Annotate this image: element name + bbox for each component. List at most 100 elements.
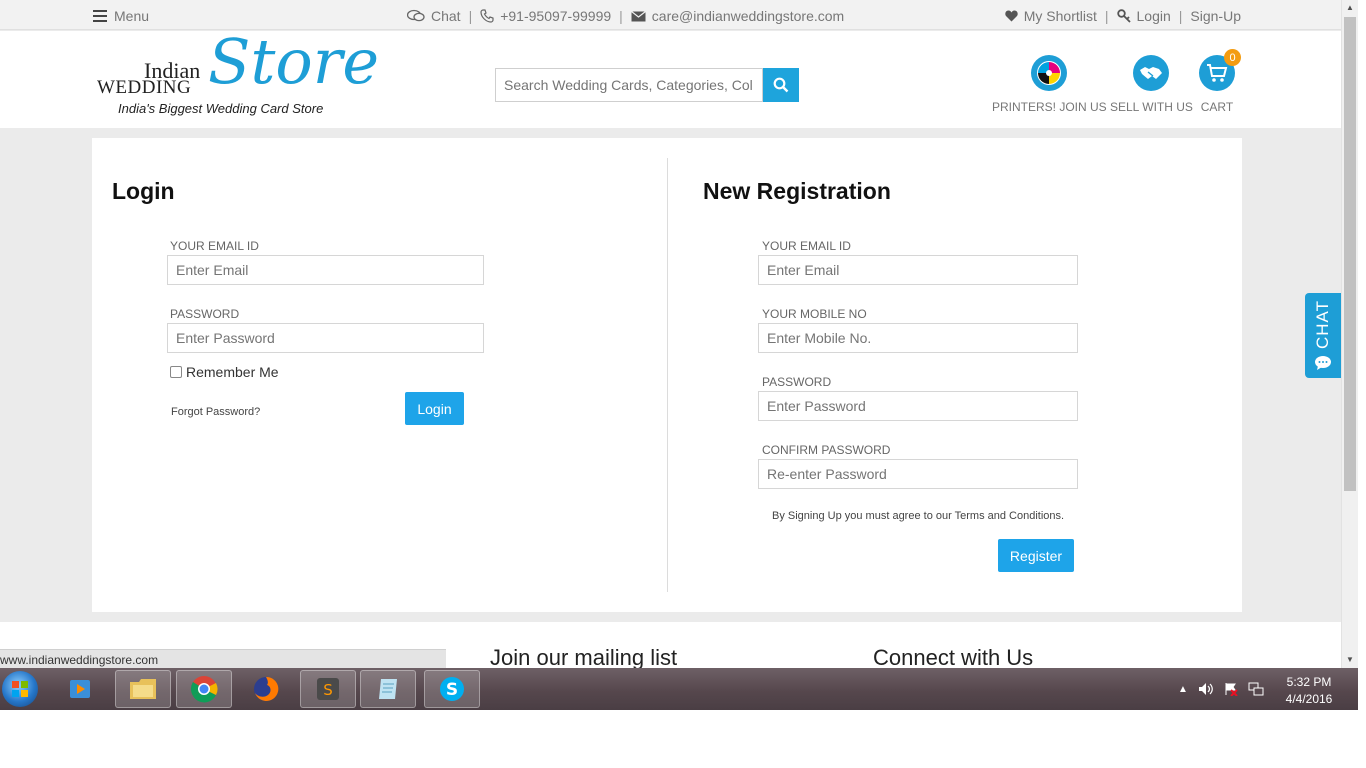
column-divider	[667, 158, 668, 592]
windows-logo-icon	[12, 681, 28, 697]
remember-me-checkbox[interactable]	[170, 366, 182, 378]
shortlist-link[interactable]: My Shortlist	[1024, 8, 1097, 24]
register-password-input[interactable]	[758, 391, 1078, 421]
firefox-icon	[254, 676, 279, 701]
site-logo[interactable]: Store Indian WEDDING India's Biggest Wed…	[96, 25, 379, 126]
remember-me-label: Remember Me	[186, 364, 279, 380]
search-input[interactable]	[495, 68, 763, 102]
page-scrollbar[interactable]: ▲ ▼	[1341, 0, 1358, 668]
search-icon	[773, 77, 789, 93]
chat-bubbles-icon	[407, 9, 425, 22]
action-center-flag-icon[interactable]	[1224, 682, 1238, 696]
status-url-bar: www.indianweddingstore.com	[0, 649, 446, 668]
printers-join-button[interactable]: PRINTERS! JOIN US	[992, 55, 1107, 114]
menu-label: Menu	[114, 8, 150, 24]
remember-me[interactable]: Remember Me	[170, 364, 279, 380]
register-password-label: PASSWORD	[762, 375, 832, 389]
separator: |	[1104, 8, 1109, 24]
login-link[interactable]: Login	[1137, 8, 1171, 24]
contact-info: Chat | +91-95097-99999 | care@indianwedd…	[407, 8, 844, 24]
heart-icon	[1005, 10, 1018, 22]
windows-taskbar: S S ▲ 5:32 PM 4/4/2016	[0, 668, 1358, 710]
scroll-up-arrow-icon[interactable]: ▲	[1346, 3, 1354, 12]
login-password-label: PASSWORD	[170, 307, 240, 321]
sell-with-us-label: SELL WITH US	[1110, 100, 1193, 114]
taskbar-media-player[interactable]	[52, 670, 108, 708]
taskbar-firefox[interactable]	[238, 670, 294, 708]
register-submit-button[interactable]: Register	[998, 539, 1074, 572]
auth-card: Login YOUR EMAIL ID PASSWORD Remember Me…	[92, 138, 1242, 612]
chat-tab-label: CHAT	[1313, 299, 1332, 349]
registration-title: New Registration	[703, 178, 891, 204]
clock-time: 5:32 PM	[1286, 675, 1332, 689]
handshake-icon	[1140, 67, 1163, 79]
menu-button[interactable]: Menu	[93, 8, 149, 24]
mailing-list-heading: Join our mailing list	[490, 645, 678, 668]
sell-with-us-button[interactable]: SELL WITH US	[1110, 55, 1193, 114]
browser-viewport: Menu Chat | +91-95097-99999 | care@india…	[0, 0, 1341, 668]
phone-icon	[480, 9, 494, 23]
file-explorer-icon	[130, 679, 156, 699]
taskbar-clock[interactable]: 5:32 PM 4/4/2016	[1280, 674, 1338, 708]
volume-icon[interactable]	[1198, 682, 1214, 696]
sublime-text-icon: S	[317, 678, 339, 700]
forgot-password-link[interactable]: Forgot Password?	[171, 406, 260, 418]
search-bar	[495, 68, 799, 102]
system-tray: ▲	[1178, 682, 1264, 696]
separator: |	[1178, 8, 1183, 24]
chat-link[interactable]: Chat	[431, 8, 461, 24]
taskbar-notepad[interactable]	[360, 670, 416, 708]
chat-bubble-icon	[1315, 356, 1331, 370]
site-header: Store Indian WEDDING India's Biggest Wed…	[0, 25, 1341, 128]
printer-colors-icon	[1037, 61, 1062, 85]
show-hidden-icons-icon[interactable]: ▲	[1178, 684, 1188, 695]
logo-word-store: Store	[208, 25, 380, 98]
terms-notice: By Signing Up you must agree to our Term…	[772, 510, 1065, 522]
blank-screen-area	[0, 710, 1366, 768]
search-button[interactable]	[763, 68, 799, 102]
login-password-input[interactable]	[167, 323, 484, 353]
svg-text:S: S	[446, 680, 458, 700]
taskbar-sublime[interactable]: S	[300, 670, 356, 708]
scroll-down-arrow-icon[interactable]: ▼	[1346, 655, 1354, 664]
envelope-icon	[630, 10, 646, 21]
login-email-label: YOUR EMAIL ID	[170, 239, 259, 253]
email-link[interactable]: care@indianweddingstore.com	[652, 8, 844, 24]
phone-number[interactable]: +91-95097-99999	[500, 8, 611, 24]
network-icon[interactable]	[1248, 682, 1264, 696]
register-confirm-label: CONFIRM PASSWORD	[762, 443, 891, 457]
skype-icon: S	[440, 677, 464, 701]
connect-heading: Connect with Us	[873, 645, 1034, 668]
cart-icon	[1207, 64, 1228, 82]
start-button[interactable]	[2, 671, 38, 707]
printers-join-label: PRINTERS! JOIN US	[992, 100, 1107, 114]
register-email-label: YOUR EMAIL ID	[762, 239, 851, 253]
account-links: My Shortlist | Login | Sign-Up	[1005, 8, 1241, 24]
cart-count-badge: 0	[1224, 49, 1241, 66]
media-player-icon	[70, 680, 90, 698]
taskbar-file-explorer[interactable]	[115, 670, 171, 708]
register-mobile-input[interactable]	[758, 323, 1078, 353]
taskbar-chrome[interactable]	[176, 670, 232, 708]
cart-button[interactable]: 0 CART	[1199, 49, 1241, 114]
key-icon	[1116, 9, 1131, 23]
notepad-icon	[379, 679, 397, 699]
taskbar-skype[interactable]: S	[424, 670, 480, 708]
top-utility-bar: Menu Chat | +91-95097-99999 | care@india…	[0, 0, 1341, 30]
chat-tab[interactable]: CHAT	[1305, 293, 1341, 378]
login-submit-button[interactable]: Login	[405, 392, 464, 425]
svg-text:S: S	[323, 681, 333, 699]
separator: |	[619, 8, 623, 24]
logo-word-wedding: WEDDING	[97, 77, 192, 98]
register-email-input[interactable]	[758, 255, 1078, 285]
signup-link[interactable]: Sign-Up	[1190, 8, 1241, 24]
clock-date: 4/4/2016	[1285, 692, 1333, 706]
login-email-input[interactable]	[167, 255, 484, 285]
scrollbar-thumb[interactable]	[1344, 17, 1356, 491]
hamburger-icon	[93, 10, 107, 22]
chrome-icon	[190, 676, 218, 703]
login-title: Login	[112, 178, 175, 204]
cart-label: CART	[1200, 100, 1234, 114]
register-mobile-label: YOUR MOBILE NO	[762, 307, 867, 321]
register-confirm-input[interactable]	[758, 459, 1078, 489]
